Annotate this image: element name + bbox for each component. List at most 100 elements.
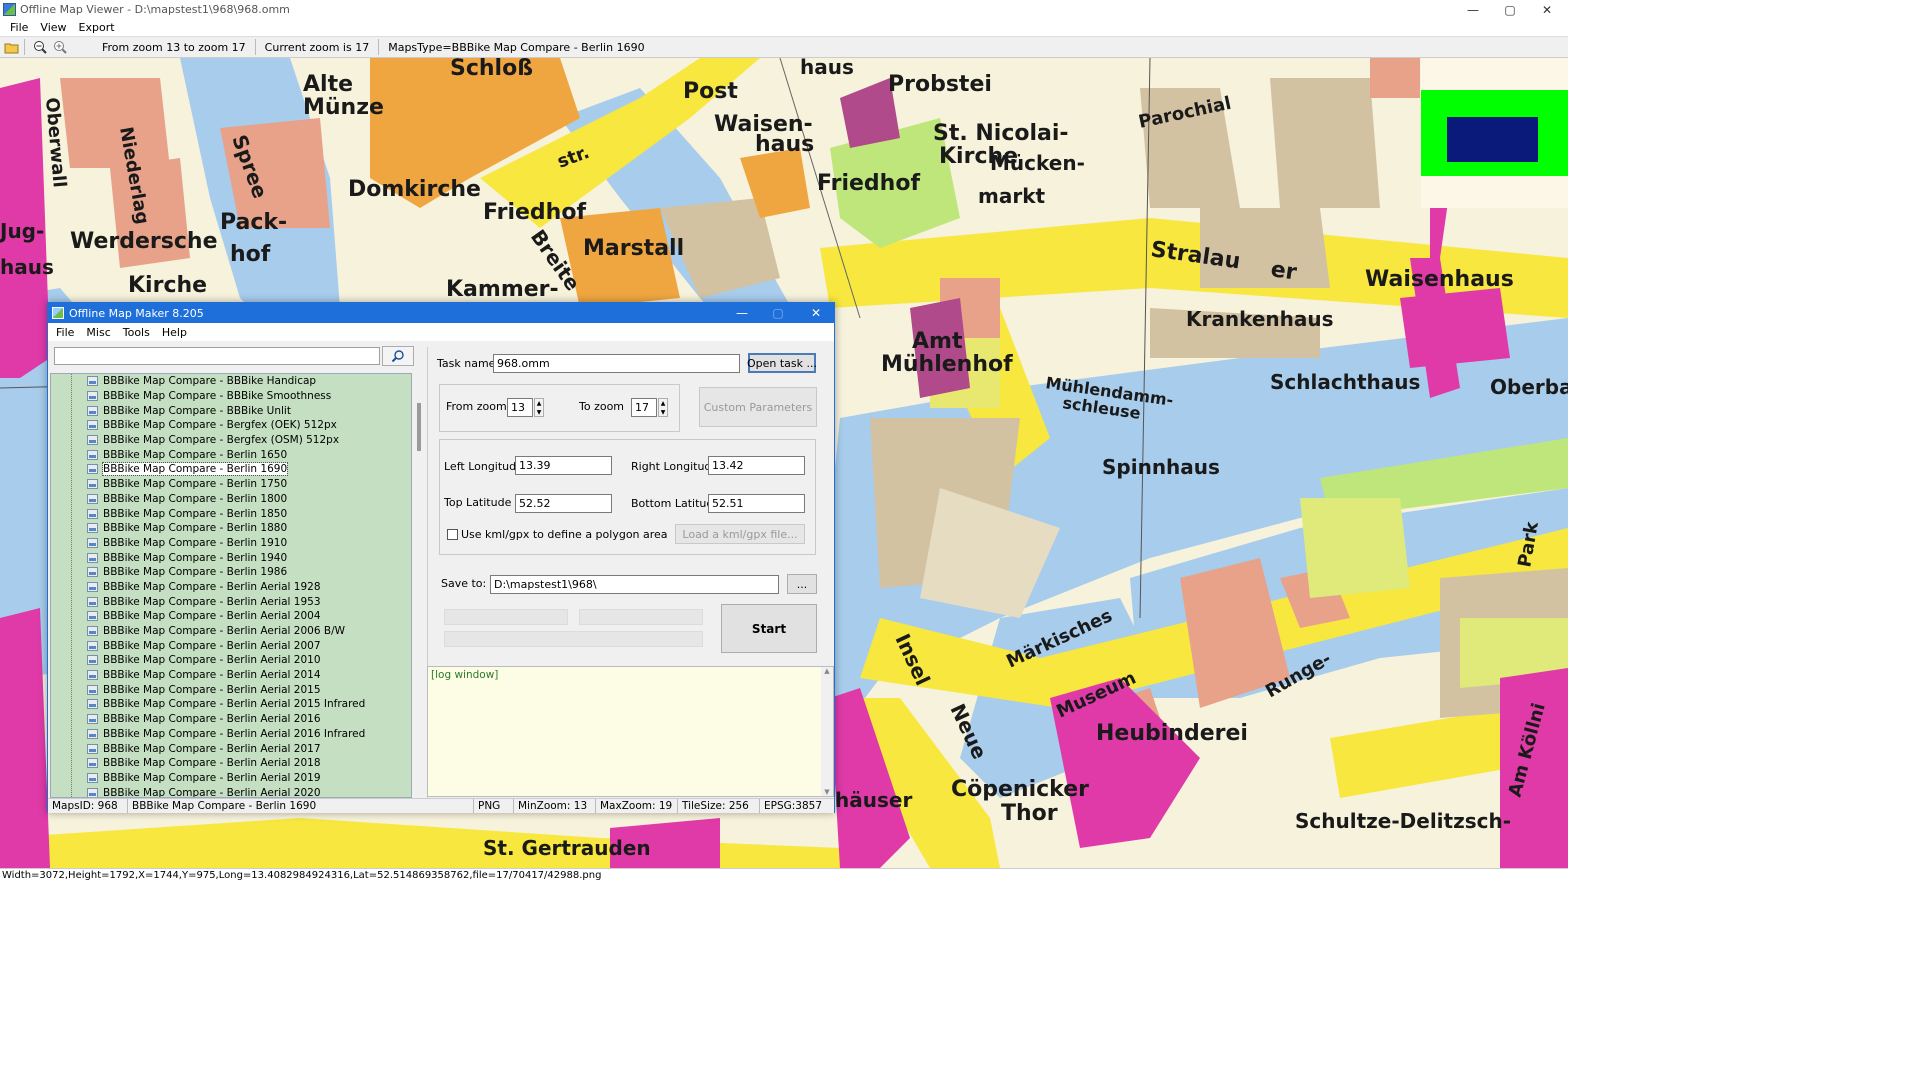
dialog-close-button[interactable]: ✕ (798, 303, 834, 323)
window-title: Offline Map Viewer - D:\mapstest1\968\96… (20, 3, 290, 16)
status-bar: Width=3072,Height=1792,X=1744,Y=975,Long… (0, 868, 1568, 882)
minimize-button[interactable]: — (1456, 0, 1490, 19)
load-kml-button[interactable]: Load a kml/gpx file... (675, 524, 805, 544)
log-scrollbar[interactable]: ▲ ▼ (821, 667, 833, 796)
tree-item[interactable]: BBBike Map Compare - Berlin 1690 (51, 462, 411, 477)
open-task-button[interactable]: Open task ... (747, 353, 817, 373)
left-longitude-label: Left Longitude (444, 460, 523, 473)
left-longitude-input[interactable]: 13.39 (515, 456, 612, 475)
toolbar-separator (378, 39, 380, 55)
start-button[interactable]: Start (721, 604, 817, 653)
from-zoom-stepper[interactable]: ▲ ▼ (534, 398, 544, 417)
menu-file[interactable]: File (4, 21, 34, 34)
map-label: Schloß (450, 58, 533, 81)
map-search-input[interactable] (54, 347, 380, 365)
tree-item[interactable]: BBBike Map Compare - Berlin Aerial 2016 (51, 712, 411, 727)
from-zoom-input[interactable]: 13 (507, 398, 533, 417)
scroll-thumb[interactable] (417, 403, 421, 451)
map-icon (87, 743, 98, 754)
from-zoom-label: From zoom (446, 400, 507, 413)
tree-item[interactable]: BBBike Map Compare - BBBike Unlit (51, 403, 411, 418)
tree-item[interactable]: BBBike Map Compare - Berlin Aerial 2007 (51, 638, 411, 653)
map-icon (87, 640, 98, 651)
tree-item-label: BBBike Map Compare - Berlin Aerial 2014 (103, 669, 321, 682)
tree-item[interactable]: BBBike Map Compare - Berlin Aerial 2004 (51, 609, 411, 624)
task-name-input[interactable]: 968.omm (493, 354, 740, 373)
tree-item[interactable]: BBBike Map Compare - BBBike Smoothness (51, 389, 411, 404)
tree-scrollbar[interactable] (414, 373, 426, 798)
tree-item[interactable]: BBBike Map Compare - Bergfex (OEK) 512px (51, 418, 411, 433)
tree-item[interactable]: BBBike Map Compare - Berlin Aerial 2017 (51, 741, 411, 756)
tree-item[interactable]: BBBike Map Compare - Berlin Aerial 1928 (51, 580, 411, 595)
maps-type-label: MapsType=BBBike Map Compare - Berlin 169… (388, 40, 645, 54)
save-to-input[interactable]: D:\mapstest1\968\ (490, 575, 779, 594)
tree-item[interactable]: BBBike Map Compare - Berlin Aerial 2014 (51, 668, 411, 683)
tree-item[interactable]: BBBike Map Compare - Bergfex (OSM) 512px (51, 433, 411, 448)
scroll-down-icon[interactable]: ▼ (821, 788, 833, 796)
menu-export[interactable]: Export (73, 21, 121, 34)
tree-item[interactable]: BBBike Map Compare - Berlin Aerial 2018 (51, 756, 411, 771)
tree-item[interactable]: BBBike Map Compare - Berlin 1850 (51, 506, 411, 521)
tree-item[interactable]: BBBike Map Compare - Berlin Aerial 1953 (51, 594, 411, 609)
dialog-menu-tools[interactable]: Tools (117, 326, 156, 339)
tree-item[interactable]: BBBike Map Compare - Berlin Aerial 2015 … (51, 697, 411, 712)
dialog-menu-file[interactable]: File (50, 326, 80, 339)
tree-item[interactable]: BBBike Map Compare - Berlin 1800 (51, 492, 411, 507)
browse-button[interactable]: ... (787, 574, 817, 594)
open-folder-button[interactable] (2, 38, 20, 56)
tree-item[interactable]: BBBike Map Compare - Berlin Aerial 2006 … (51, 624, 411, 639)
dialog-menu-help[interactable]: Help (156, 326, 193, 339)
dialog-maximize-button[interactable]: ▢ (760, 303, 796, 323)
map-icon (87, 670, 98, 681)
kml-checkbox[interactable] (447, 529, 458, 540)
maximize-button[interactable]: ▢ (1493, 0, 1527, 19)
tree-item[interactable]: BBBike Map Compare - Berlin 1910 (51, 536, 411, 551)
tree-item[interactable]: BBBike Map Compare - Berlin Aerial 2016 … (51, 727, 411, 742)
tree-item-label: BBBike Map Compare - Berlin 1986 (103, 566, 288, 579)
tree-item[interactable]: BBBike Map Compare - Berlin 1650 (51, 447, 411, 462)
close-button[interactable]: ✕ (1530, 0, 1564, 19)
stepper-down-icon[interactable]: ▼ (659, 408, 667, 417)
top-latitude-input[interactable]: 52.52 (515, 494, 612, 513)
map-label: Schlachthaus (1270, 370, 1420, 394)
tree-item[interactable]: BBBike Map Compare - Berlin Aerial 2010 (51, 653, 411, 668)
search-button[interactable] (382, 346, 414, 366)
zoom-out-icon (34, 41, 47, 54)
tree-item-label: BBBike Map Compare - Berlin 1750 (103, 478, 288, 491)
tree-item[interactable]: BBBike Map Compare - BBBike Handicap (51, 374, 411, 389)
stepper-up-icon[interactable]: ▲ (659, 399, 667, 408)
stepper-up-icon[interactable]: ▲ (535, 399, 543, 408)
zoom-in-button[interactable] (51, 38, 69, 56)
map-type-tree[interactable]: BBBike Map Compare - BBBike Handicap BBBi… (50, 373, 412, 798)
scroll-up-icon[interactable]: ▲ (821, 667, 833, 675)
offline-map-maker-dialog: Offline Map Maker 8.205 — ▢ ✕ File Misc … (47, 302, 835, 813)
log-window[interactable]: [log window] ▲ ▼ (427, 666, 834, 797)
tree-item[interactable]: BBBike Map Compare - Berlin 1940 (51, 550, 411, 565)
tree-item-label: BBBike Map Compare - Berlin Aerial 2006 … (103, 625, 345, 638)
tree-item[interactable]: BBBike Map Compare - Berlin 1986 (51, 565, 411, 580)
tree-item-label: BBBike Map Compare - Berlin 1880 (103, 522, 288, 535)
to-zoom-stepper[interactable]: ▲ ▼ (658, 398, 668, 417)
tree-item[interactable]: BBBike Map Compare - Berlin Aerial 2015 (51, 682, 411, 697)
to-zoom-input[interactable]: 17 (631, 398, 657, 417)
right-longitude-input[interactable]: 13.42 (708, 456, 805, 475)
dialog-minimize-button[interactable]: — (724, 303, 760, 323)
dialog-menu-misc[interactable]: Misc (80, 326, 116, 339)
tree-item[interactable]: BBBike Map Compare - Berlin Aerial 2019 (51, 771, 411, 786)
progress-bar-total (444, 631, 703, 647)
map-icon (87, 479, 98, 490)
dialog-title-bar[interactable]: Offline Map Maker 8.205 — ▢ ✕ (48, 303, 834, 323)
stepper-down-icon[interactable]: ▼ (535, 408, 543, 417)
tree-item[interactable]: BBBike Map Compare - Berlin 1880 (51, 521, 411, 536)
menu-view[interactable]: View (34, 21, 72, 34)
bottom-latitude-input[interactable]: 52.51 (708, 494, 805, 513)
bottom-latitude-label: Bottom Latitude (631, 497, 721, 510)
map-label: hof (230, 242, 271, 267)
folder-icon (4, 43, 18, 53)
map-label: markt (978, 184, 1046, 208)
tree-item[interactable]: BBBike Map Compare - Berlin 1750 (51, 477, 411, 492)
menu-bar: File View Export (0, 19, 1568, 35)
zoom-out-button[interactable] (31, 38, 49, 56)
custom-parameters-button[interactable]: Custom Parameters (699, 387, 817, 427)
tree-item[interactable]: BBBike Map Compare - Berlin Aerial 2020 (51, 785, 411, 797)
